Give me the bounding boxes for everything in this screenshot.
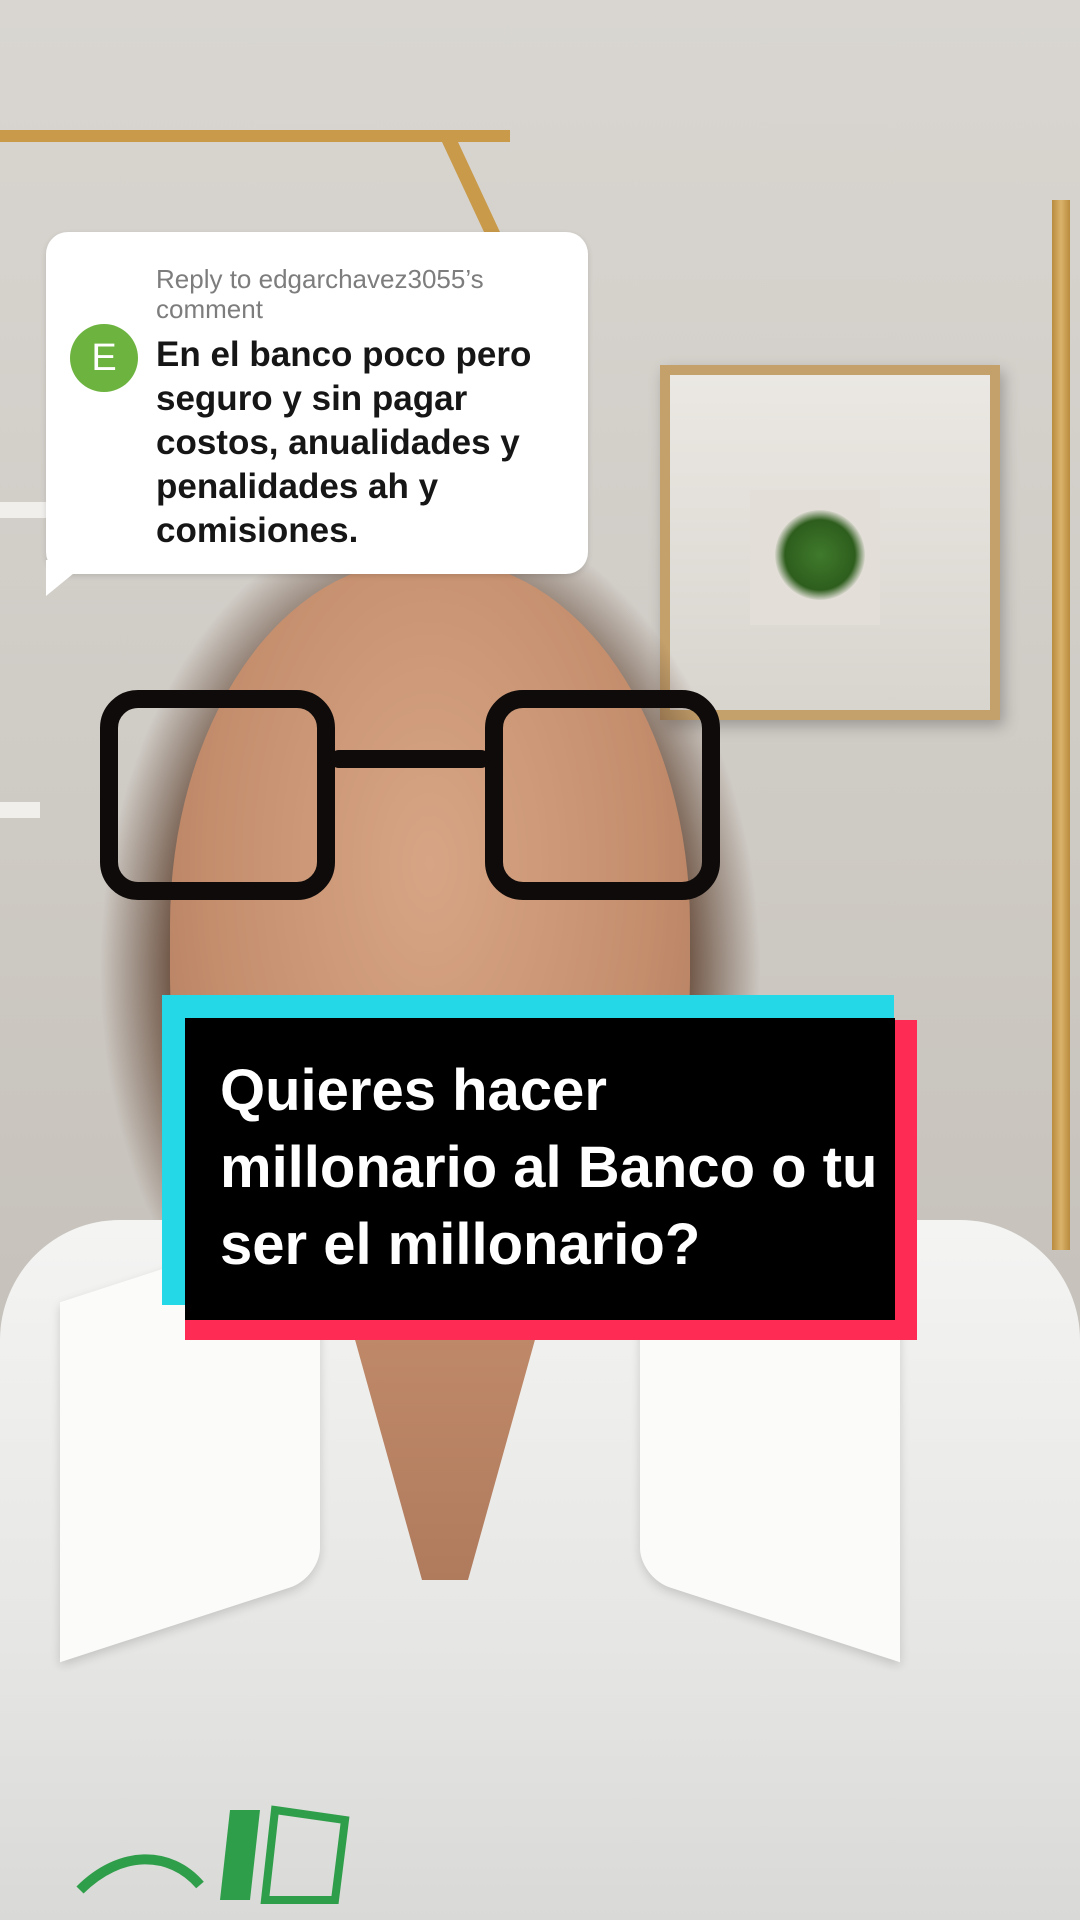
shelf-rail [1052, 200, 1070, 1250]
reply-header: Reply to edgarchavez3055’s comment [156, 264, 484, 324]
video-frame[interactable]: E Reply to edgarchavez3055’s comment En … [0, 0, 1080, 1920]
commenter-avatar[interactable]: E [70, 324, 138, 392]
glasses-bridge [330, 750, 490, 768]
right-shelf [1020, 200, 1080, 1250]
reply-card-tail [46, 560, 90, 596]
glasses-right-lens [485, 690, 720, 900]
shirt-logo-embroidery [76, 1805, 350, 1904]
glasses-left-lens [100, 690, 335, 900]
caption-text: Quieres hacer millonario al Banco o tu s… [220, 1058, 878, 1277]
reply-comment-text: En el banco poco pero seguro y sin pagar… [156, 335, 532, 550]
